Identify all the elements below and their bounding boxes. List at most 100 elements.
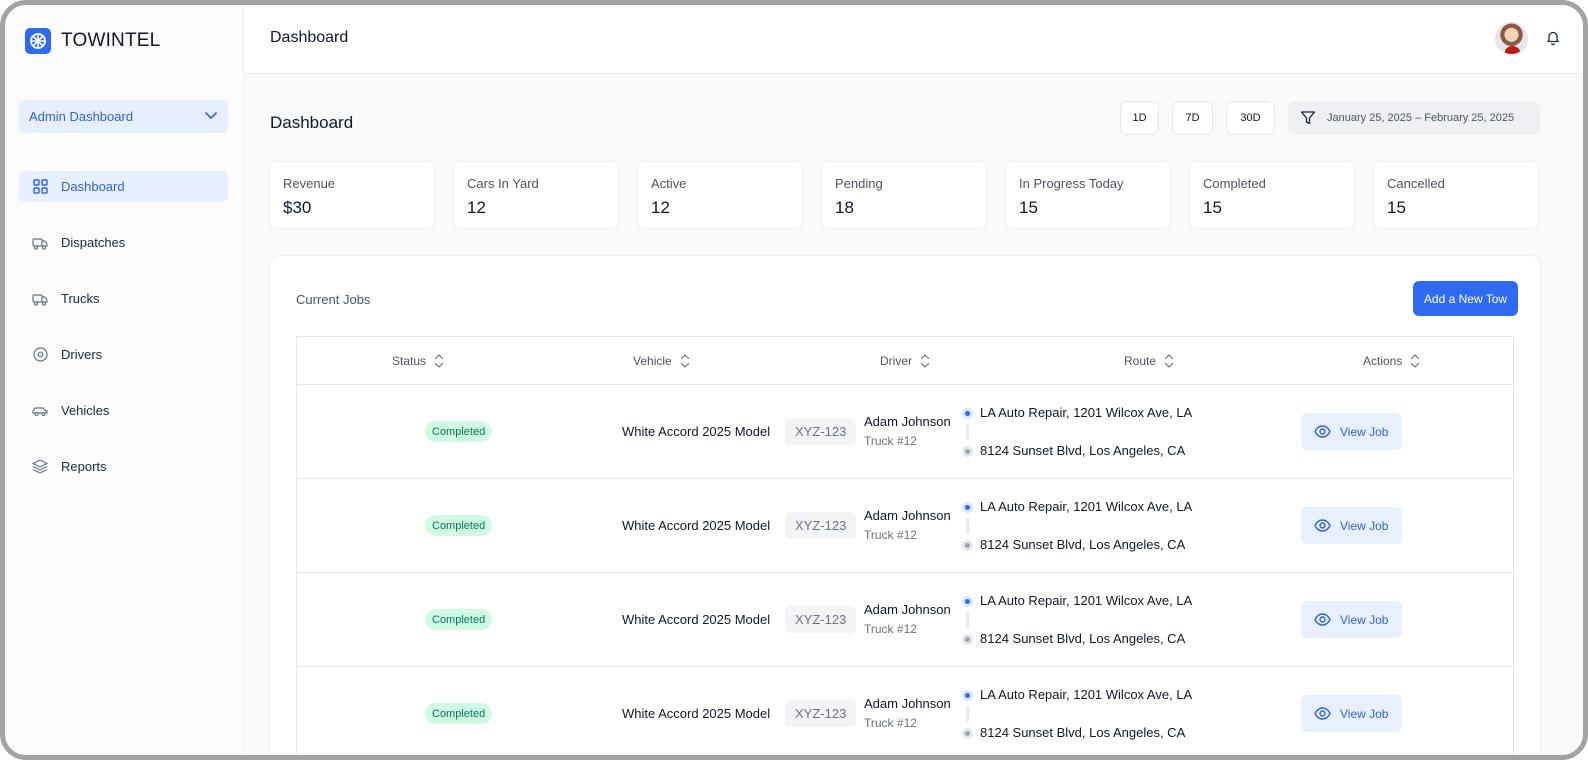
stat-card-active: Active 12 bbox=[638, 162, 802, 228]
route-destination-dot bbox=[962, 540, 973, 551]
stat-card-revenue: Revenue $30 bbox=[270, 162, 434, 228]
plate-tag: XYZ-123 bbox=[785, 512, 857, 539]
column-actions[interactable]: Actions bbox=[1363, 337, 1420, 385]
route-origin-dot bbox=[962, 690, 973, 701]
status-badge: Completed bbox=[425, 421, 493, 442]
sidebar-item-label: Dispatches bbox=[61, 235, 126, 250]
avatar[interactable] bbox=[1495, 22, 1528, 55]
driver-name: Adam Johnson bbox=[864, 414, 951, 429]
sidebar-item-trucks[interactable]: Trucks bbox=[19, 283, 228, 314]
stat-card-in-progress-today: In Progress Today 15 bbox=[1006, 162, 1170, 228]
status-badge: Completed bbox=[425, 609, 493, 630]
sidebar-item-label: Vehicles bbox=[61, 403, 110, 418]
eye-icon bbox=[1314, 705, 1331, 722]
route-origin: LA Auto Repair, 1201 Wilcox Ave, LA bbox=[980, 687, 1193, 702]
stat-label: In Progress Today bbox=[1019, 176, 1124, 191]
add-new-tow-button[interactable]: Add a New Tow bbox=[1413, 281, 1518, 316]
column-label: Driver bbox=[880, 354, 912, 368]
table-row[interactable]: Completed White Accord 2025 Model XYZ-12… bbox=[297, 573, 1513, 667]
grid-icon bbox=[32, 179, 48, 195]
driver-truck: Truck #12 bbox=[864, 434, 917, 448]
view-job-button[interactable]: View Job bbox=[1301, 413, 1402, 450]
app-window: TOWINTEL Admin Dashboard Dashboard Dispa… bbox=[0, 0, 1588, 760]
driver-name: Adam Johnson bbox=[864, 508, 951, 523]
top-bar: Dashboard bbox=[244, 5, 1583, 74]
driver-truck: Truck #12 bbox=[864, 622, 917, 636]
sidebar-item-reports[interactable]: Reports bbox=[19, 451, 228, 482]
table-row[interactable]: Completed White Accord 2025 Model XYZ-12… bbox=[297, 479, 1513, 573]
column-status[interactable]: Status bbox=[392, 337, 444, 385]
view-job-label: View Job bbox=[1340, 706, 1389, 721]
column-driver[interactable]: Driver bbox=[880, 337, 930, 385]
column-vehicle[interactable]: Vehicle bbox=[633, 337, 690, 385]
sort-icon bbox=[1164, 353, 1174, 369]
stat-card-cancelled: Cancelled 15 bbox=[1374, 162, 1538, 228]
route-destination-dot bbox=[962, 728, 973, 739]
view-job-button[interactable]: View Job bbox=[1301, 507, 1402, 544]
stats-row: Revenue $30 Cars In Yard 12 Active 12 Pe… bbox=[270, 162, 1538, 228]
sidebar-item-dispatches[interactable]: Dispatches bbox=[19, 227, 228, 258]
sidebar-item-vehicles[interactable]: Vehicles bbox=[19, 395, 228, 426]
route-destination-dot bbox=[962, 446, 973, 457]
stat-value: 12 bbox=[467, 198, 486, 217]
route-destination: 8124 Sunset Blvd, Los Angeles, CA bbox=[980, 443, 1186, 458]
stat-card-pending: Pending 18 bbox=[822, 162, 986, 228]
dashboard-selector-label: Admin Dashboard bbox=[29, 109, 134, 124]
route-origin-dot bbox=[962, 502, 973, 513]
route-origin: LA Auto Repair, 1201 Wilcox Ave, LA bbox=[980, 593, 1193, 608]
route-destination: 8124 Sunset Blvd, Los Angeles, CA bbox=[980, 537, 1186, 552]
range-1d-button[interactable]: 1D bbox=[1120, 101, 1159, 135]
route-connector bbox=[966, 518, 969, 534]
stat-value: 15 bbox=[1203, 198, 1222, 217]
sidebar-item-dashboard[interactable]: Dashboard bbox=[19, 171, 228, 202]
sidebar-item-label: Trucks bbox=[61, 291, 100, 306]
date-range-filter[interactable]: January 25, 2025 – February 25, 2025 bbox=[1288, 101, 1540, 135]
bell-icon[interactable] bbox=[1545, 30, 1561, 46]
eye-icon bbox=[1314, 517, 1331, 534]
route-connector bbox=[966, 706, 969, 722]
layers-icon bbox=[32, 459, 48, 475]
driver-name: Adam Johnson bbox=[864, 696, 951, 711]
table-row[interactable]: Completed White Accord 2025 Model XYZ-12… bbox=[297, 667, 1513, 755]
brand[interactable]: TOWINTEL bbox=[25, 28, 160, 54]
vehicle-name: White Accord 2025 Model bbox=[622, 424, 771, 439]
dashboard-heading: Dashboard bbox=[270, 113, 354, 132]
sort-icon bbox=[434, 353, 444, 369]
range-7d-button[interactable]: 7D bbox=[1172, 101, 1213, 135]
vehicle-name: White Accord 2025 Model bbox=[622, 518, 771, 533]
table-row[interactable]: Completed White Accord 2025 Model XYZ-12… bbox=[297, 385, 1513, 479]
stat-label: Active bbox=[651, 176, 687, 191]
sidebar: TOWINTEL Admin Dashboard Dashboard Dispa… bbox=[5, 5, 244, 755]
sidebar-item-label: Drivers bbox=[61, 347, 103, 362]
route-origin-dot bbox=[962, 596, 973, 607]
steering-wheel-icon bbox=[32, 347, 48, 363]
sidebar-nav: Dashboard Dispatches Trucks Drivers Vehi… bbox=[19, 171, 228, 507]
sort-icon bbox=[1410, 353, 1420, 369]
column-label: Actions bbox=[1363, 354, 1403, 368]
plate-tag: XYZ-123 bbox=[785, 700, 857, 727]
car-icon bbox=[32, 403, 48, 419]
stat-card-cars-in-yard: Cars In Yard 12 bbox=[454, 162, 618, 228]
dashboard-selector[interactable]: Admin Dashboard bbox=[19, 100, 228, 133]
vehicle-name: White Accord 2025 Model bbox=[622, 612, 771, 627]
view-job-button[interactable]: View Job bbox=[1301, 695, 1402, 732]
stat-value: 18 bbox=[835, 198, 854, 217]
eye-icon bbox=[1314, 611, 1331, 628]
stat-label: Cars In Yard bbox=[467, 176, 539, 191]
sidebar-item-drivers[interactable]: Drivers bbox=[19, 339, 228, 370]
driver-truck: Truck #12 bbox=[864, 528, 917, 542]
range-30d-button[interactable]: 30D bbox=[1226, 101, 1275, 135]
status-badge: Completed bbox=[425, 515, 493, 536]
column-label: Vehicle bbox=[633, 354, 672, 368]
view-job-button[interactable]: View Job bbox=[1301, 601, 1402, 638]
chevron-down-icon bbox=[204, 108, 218, 125]
view-job-label: View Job bbox=[1340, 612, 1389, 627]
sort-icon bbox=[920, 353, 930, 369]
stat-value: 12 bbox=[651, 198, 670, 217]
column-route[interactable]: Route bbox=[1124, 337, 1174, 385]
sidebar-item-label: Reports bbox=[61, 459, 107, 474]
current-jobs-panel: Current Jobs Add a New Tow Status Vehicl… bbox=[270, 256, 1540, 755]
date-range-text: January 25, 2025 – February 25, 2025 bbox=[1327, 112, 1515, 124]
stat-label: Revenue bbox=[283, 176, 336, 191]
stat-card-completed: Completed 15 bbox=[1190, 162, 1354, 228]
